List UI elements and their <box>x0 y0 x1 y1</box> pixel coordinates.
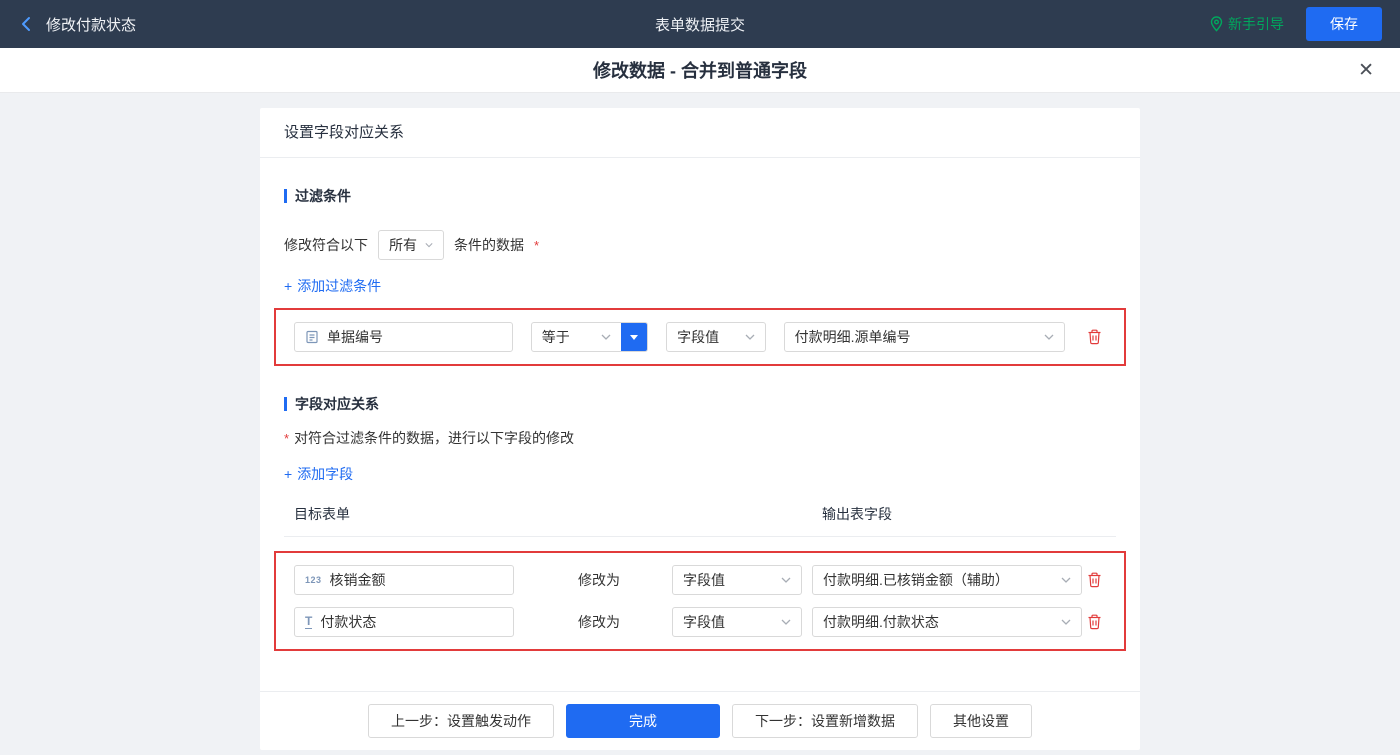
mapping-row: T 付款状态 修改为 字段值 付款明细.付款状态 <box>294 607 1106 637</box>
output-field-value: 付款明细.付款状态 <box>823 614 939 630</box>
modify-to-label: 修改为 <box>578 614 620 630</box>
guide-label: 新手引导 <box>1228 16 1284 32</box>
trash-icon <box>1088 614 1101 630</box>
filter-field-label: 单据编号 <box>327 329 383 345</box>
mapping-value-type-select[interactable]: 字段值 <box>672 565 802 595</box>
filter-field-box[interactable]: 单据编号 <box>294 322 513 352</box>
chevron-left-icon <box>22 17 30 31</box>
target-field-box[interactable]: T 付款状态 <box>294 607 514 637</box>
target-field-label: 付款状态 <box>320 614 377 630</box>
required-mark: * <box>534 237 540 253</box>
output-field-select[interactable]: 付款明细.付款状态 <box>812 607 1082 637</box>
col-target-form: 目标表单 <box>294 506 350 522</box>
done-button[interactable]: 完成 <box>566 704 720 738</box>
trash-icon <box>1088 572 1101 588</box>
location-pin-icon <box>1210 16 1223 32</box>
chevron-down-icon <box>781 577 791 583</box>
chevron-down-icon <box>1061 577 1071 583</box>
chevron-down-icon <box>601 334 611 340</box>
card-footer: 上一步：设置触发动作 完成 下一步：设置新增数据 其他设置 <box>260 691 1140 750</box>
main-area: 设置字段对应关系 过滤条件 修改符合以下 所有 条件的数据 * + 添加过滤条件 <box>0 93 1400 750</box>
chevron-down-icon <box>1044 334 1054 340</box>
mapping-highlight-box: 123 核销金额 修改为 字段值 付款明细.已核销金额（辅助） T 付款状态 修… <box>274 551 1126 651</box>
required-mark: * <box>284 430 290 446</box>
cond-suffix: 条件的数据 <box>454 237 524 253</box>
mapping-value-type-select[interactable]: 字段值 <box>672 607 802 637</box>
match-mode-select[interactable]: 所有 <box>378 230 444 260</box>
operator-value: 等于 <box>541 329 570 345</box>
chevron-down-icon <box>425 243 433 248</box>
chevron-down-icon <box>1061 619 1071 625</box>
add-field-link[interactable]: + 添加字段 <box>284 464 353 484</box>
other-settings-button[interactable]: 其他设置 <box>930 704 1032 738</box>
settings-card: 设置字段对应关系 过滤条件 修改符合以下 所有 条件的数据 * + 添加过滤条件 <box>260 108 1140 750</box>
target-field-label: 核销金额 <box>329 572 386 588</box>
next-step-button[interactable]: 下一步：设置新增数据 <box>732 704 918 738</box>
card-body: 过滤条件 修改符合以下 所有 条件的数据 * + 添加过滤条件 单据编号 等于 … <box>260 186 1140 651</box>
mapping-section-title: 字段对应关系 <box>284 394 1116 414</box>
topbar: 修改付款状态 表单数据提交 新手引导 保存 <box>0 0 1400 48</box>
cond-prefix: 修改符合以下 <box>284 237 368 253</box>
filter-value-field: 付款明细.源单编号 <box>794 329 911 345</box>
modal-title: 修改数据 - 合并到普通字段 <box>593 61 807 81</box>
save-button[interactable]: 保存 <box>1306 7 1382 41</box>
operator-dropdown-button[interactable] <box>621 323 648 351</box>
delete-field-button[interactable] <box>1083 568 1106 592</box>
filter-value-type-select[interactable]: 字段值 <box>666 322 766 352</box>
text-field-icon: T <box>305 614 313 629</box>
back-label: 修改付款状态 <box>46 16 137 34</box>
modal-header: 修改数据 - 合并到普通字段 ✕ <box>0 48 1400 93</box>
filter-section-label: 过滤条件 <box>295 188 351 204</box>
prev-step-button[interactable]: 上一步：设置触发动作 <box>368 704 554 738</box>
plus-icon: + <box>284 466 293 482</box>
mapping-description: * 对符合过滤条件的数据，进行以下字段的修改 <box>284 428 1116 448</box>
filter-highlight-box: 单据编号 等于 字段值 付款明细.源单编号 <box>274 308 1126 366</box>
filter-value-field-select[interactable]: 付款明细.源单编号 <box>783 322 1065 352</box>
add-field-label: 添加字段 <box>297 466 354 482</box>
back-button[interactable]: 修改付款状态 <box>18 14 136 35</box>
filter-section-title: 过滤条件 <box>284 186 1116 206</box>
chevron-down-icon <box>745 334 755 340</box>
mapping-row: 123 核销金额 修改为 字段值 付款明细.已核销金额（辅助） <box>294 565 1106 595</box>
column-headers: 目标表单 输出表字段 <box>284 504 1116 537</box>
number-field-icon: 123 <box>305 575 322 585</box>
beginner-guide-link[interactable]: 新手引导 <box>1210 14 1284 34</box>
topbar-right: 新手引导 保存 <box>1210 7 1382 41</box>
match-mode-value: 所有 <box>389 237 417 253</box>
filter-value-type: 字段值 <box>677 329 720 345</box>
add-filter-label: 添加过滤条件 <box>297 278 382 294</box>
output-field-select[interactable]: 付款明细.已核销金额（辅助） <box>812 565 1082 595</box>
topbar-title: 表单数据提交 <box>654 16 746 34</box>
mapping-value-type: 字段值 <box>683 572 725 588</box>
triangle-down-icon <box>630 335 639 344</box>
plus-icon: + <box>284 278 293 294</box>
delete-filter-button[interactable] <box>1083 325 1106 349</box>
target-field-box[interactable]: 123 核销金额 <box>294 565 514 595</box>
mapping-value-type: 字段值 <box>683 614 725 630</box>
close-icon[interactable]: ✕ <box>1358 61 1374 80</box>
add-filter-link[interactable]: + 添加过滤条件 <box>284 276 381 296</box>
section-accent-bar <box>284 189 287 203</box>
mapping-section-label: 字段对应关系 <box>295 396 379 412</box>
card-title: 设置字段对应关系 <box>260 108 1140 158</box>
serial-number-field-icon <box>306 330 318 344</box>
col-output-field: 输出表字段 <box>822 506 892 522</box>
mapping-description-text: 对符合过滤条件的数据，进行以下字段的修改 <box>294 430 575 446</box>
filter-condition-row: 修改符合以下 所有 条件的数据 * <box>284 230 1116 260</box>
chevron-down-icon <box>781 619 791 625</box>
operator-select[interactable]: 等于 <box>530 322 649 352</box>
delete-field-button[interactable] <box>1083 610 1106 634</box>
section-accent-bar <box>284 397 287 411</box>
output-field-value: 付款明细.已核销金额（辅助） <box>823 572 1009 588</box>
trash-icon <box>1088 329 1101 345</box>
modify-to-label: 修改为 <box>578 572 620 588</box>
